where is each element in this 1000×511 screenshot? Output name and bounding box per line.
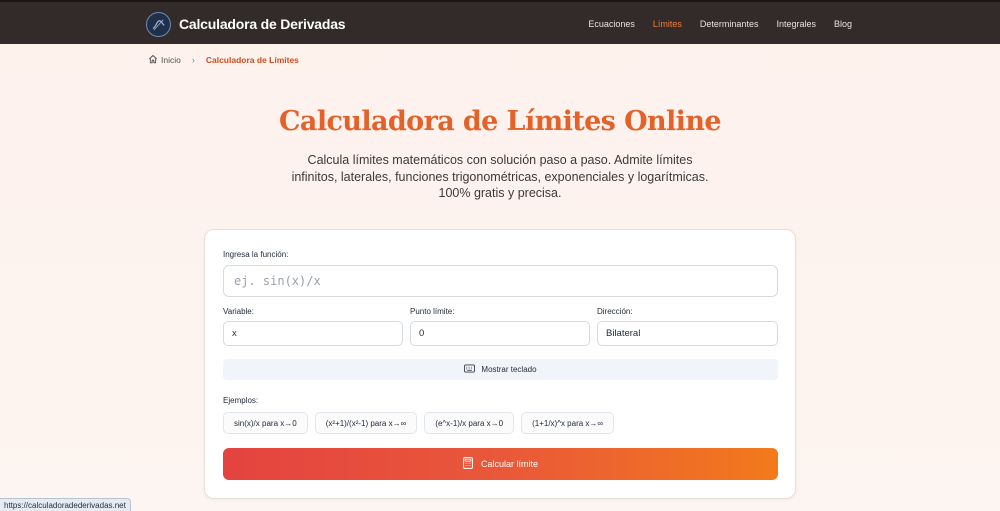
chevron-right-icon: › [191,55,195,65]
example-chip[interactable]: sin(x)/x para x→0 [223,412,308,434]
limit-calculator-card: Ingresa la función: Variable: Punto lími… [204,229,796,499]
direction-label: Dirección: [597,307,633,316]
breadcrumb-home-label: Inicio [161,55,181,65]
function-label: Ingresa la función: [223,250,289,259]
limit-point-input[interactable] [410,321,590,346]
calculate-limit-button[interactable]: Calcular límite [223,448,778,480]
nav-item-integrales[interactable]: Integrales [776,19,816,29]
main-nav: Ecuaciones Límites Determinantes Integra… [588,2,852,46]
point-label: Punto límite: [410,307,455,316]
breadcrumb-home[interactable]: Inicio [148,54,181,66]
nav-item-blog[interactable]: Blog [834,19,852,29]
function-input[interactable] [223,265,778,297]
breadcrumb-current: Calculadora de Límites [205,55,299,65]
nav-item-determinantes[interactable]: Determinantes [700,19,759,29]
nav-item-ecuaciones[interactable]: Ecuaciones [588,19,635,29]
status-url: https://calculadoradederivadas.net [0,498,131,511]
brand-link[interactable]: Calculadora de Derivadas [146,11,346,37]
logo-icon [146,11,171,37]
example-chip[interactable]: (x²+1)/(x²-1) para x→∞ [314,412,418,434]
show-keyboard-button[interactable]: Mostrar teclado [223,359,778,380]
example-chip[interactable]: (e^x-1)/x para x→0 [424,412,515,434]
show-keyboard-label: Mostrar teclado [481,365,537,374]
keyboard-icon [464,364,476,375]
brand-name: Calculadora de Derivadas [179,16,346,32]
direction-selected-value: Bilateral [606,328,641,339]
page-title: Calculadora de Límites Online [279,106,722,137]
breadcrumb: Inicio › Calculadora de Límites [148,54,299,66]
variable-input[interactable] [223,321,403,346]
page-description: Calcula límites matemáticos con solución… [291,153,709,200]
nav-item-limites[interactable]: Límites [653,19,682,29]
example-chip[interactable]: (1+1/x)^x para x→∞ [521,412,615,434]
examples-label: Ejemplos: [223,396,259,405]
calculate-limit-label: Calcular límite [480,459,538,469]
calculator-icon [463,457,473,471]
top-navbar: Calculadora de Derivadas Ecuaciones Lími… [0,0,1000,44]
variable-label: Variable: [223,307,254,316]
home-icon [148,54,158,66]
direction-select[interactable]: Bilateral [597,321,778,346]
examples-list: sin(x)/x para x→0 (x²+1)/(x²-1) para x→∞… [223,412,615,434]
